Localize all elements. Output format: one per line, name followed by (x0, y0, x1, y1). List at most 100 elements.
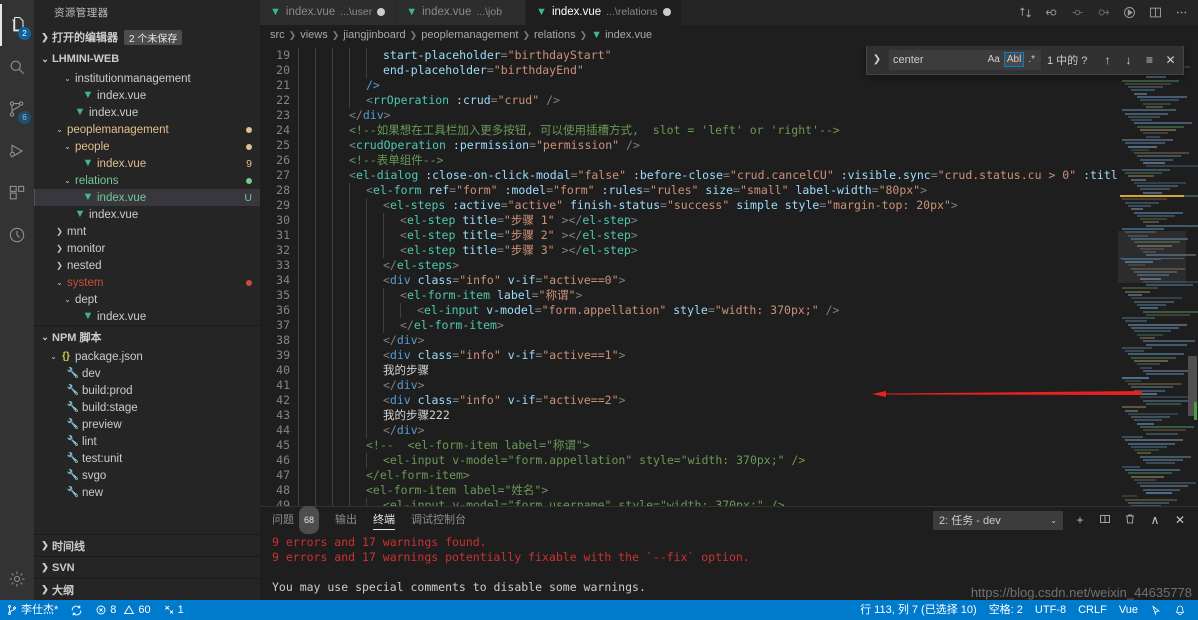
previous-match-icon[interactable]: ↑ (1099, 53, 1116, 67)
tree-folder[interactable]: ⌄ system (34, 274, 260, 291)
breadcrumb[interactable]: src ❯ views ❯ jiangjinboard ❯ peoplemanagement… (260, 24, 1198, 46)
maximize-panel-icon[interactable]: ∧ (1147, 513, 1163, 527)
code-line[interactable]: <el-form-item label="姓名"> (298, 482, 1118, 498)
breadcrumb-item[interactable]: views (300, 29, 328, 41)
toggle-replace-icon[interactable]: ❯ (869, 54, 885, 65)
code-line[interactable]: </div> (298, 332, 1118, 348)
editor-tabs[interactable]: ▼ index.vue ...\user ▼ index.vue ...\job ▼ inde… (260, 0, 682, 25)
editor-tab[interactable]: ▼ index.vue ...\user (260, 0, 397, 25)
tree-folder[interactable]: ⌄ peoplemanagement (34, 121, 260, 138)
panel-tab[interactable]: 终端 (373, 507, 396, 533)
go-back-icon[interactable] (1044, 5, 1059, 20)
npm-package-json[interactable]: ⌄ {} package.json (34, 348, 260, 365)
status-indentation[interactable]: 空格: 2 (983, 600, 1029, 620)
code-line[interactable]: <el-dialog :close-on-click-modal="false"… (298, 167, 1118, 183)
close-panel-icon[interactable]: ✕ (1172, 513, 1188, 527)
npm-script-item[interactable]: 🔧 lint (34, 433, 260, 450)
new-terminal-icon[interactable]: + (1072, 513, 1088, 527)
breadcrumb-item[interactable]: jiangjinboard (343, 29, 405, 41)
tree-file[interactable]: ▼ index.vue (34, 308, 260, 325)
code-line[interactable]: 我的步骤 (298, 362, 1118, 378)
code-line[interactable]: /> (298, 77, 1118, 93)
status-eol[interactable]: CRLF (1072, 600, 1113, 620)
activity-source-control[interactable]: 6 (0, 88, 34, 130)
activity-settings[interactable] (0, 558, 34, 600)
tree-file[interactable]: ▼ index.vue (34, 87, 260, 104)
status-language[interactable]: Vue (1113, 600, 1144, 620)
editor-scrollbar[interactable] (1186, 46, 1198, 506)
npm-script-item[interactable]: 🔧 new (34, 484, 260, 501)
compare-icon[interactable] (1018, 5, 1033, 20)
code-line[interactable]: <!-- <el-form-item label="称谓"> (298, 437, 1118, 453)
code-line[interactable]: <crudOperation :permission="permission" … (298, 137, 1118, 153)
sidebar-section-SVN[interactable]: ❯ SVN (34, 556, 260, 578)
sidebar-section-大纲[interactable]: ❯ 大纲 (34, 578, 260, 600)
close-find-icon[interactable]: ✕ (1162, 53, 1179, 67)
go-forward-icon[interactable] (1096, 5, 1111, 20)
tab-dirty-indicator[interactable] (377, 8, 386, 17)
split-terminal-icon[interactable] (1097, 513, 1113, 528)
tree-file[interactable]: ▼ index.vue U (34, 189, 260, 206)
code-line[interactable]: <div class="info" v-if="active==2"> (298, 392, 1118, 408)
activity-search[interactable] (0, 46, 34, 88)
code-line[interactable]: <el-step title="步骤 1" ></el-step> (298, 212, 1118, 228)
code-line[interactable]: </el-form-item> (298, 467, 1118, 483)
terminal-output[interactable]: 9 errors and 17 warnings found. 9 errors … (260, 533, 1198, 600)
find-input[interactable]: center Aa Abl .* (889, 49, 1041, 70)
breadcrumb-item[interactable]: ▼ index.vue (591, 29, 652, 41)
activity-run-debug[interactable] (0, 130, 34, 172)
regex-option[interactable]: .* (1026, 53, 1037, 66)
panel-tab[interactable]: 调试控制台 (411, 507, 466, 533)
code-line[interactable]: </el-steps> (298, 257, 1118, 273)
activity-timeline[interactable] (0, 214, 34, 256)
split-editor-icon[interactable] (1148, 5, 1163, 20)
code-line[interactable]: </el-form-item> (298, 317, 1118, 333)
tree-folder[interactable]: ⌄ dept (34, 291, 260, 308)
breadcrumb-item[interactable]: peoplemanagement (421, 29, 518, 41)
status-encoding[interactable]: UTF-8 (1029, 600, 1072, 620)
code-content[interactable]: start-placeholder="birthdayStart" end-pla… (298, 46, 1118, 506)
panel-tab[interactable]: 问题 68 (272, 506, 320, 534)
code-line[interactable]: <el-input v-model="form.appellation" sty… (298, 452, 1118, 468)
tree-folder[interactable]: ⌄ relations (34, 172, 260, 189)
npm-script-item[interactable]: 🔧 test:unit (34, 450, 260, 467)
tree-file[interactable]: ▼ index.vue (34, 206, 260, 223)
code-line[interactable]: <!--表单组件--> (298, 152, 1118, 168)
npm-script-item[interactable]: 🔧 preview (34, 416, 260, 433)
code-line[interactable]: <!--如果想在工具栏加入更多按钮, 可以使用插槽方式, slot = 'lef… (298, 122, 1118, 138)
code-line[interactable]: <el-form-item label="称谓"> (298, 287, 1118, 303)
code-line[interactable]: <div class="info" v-if="active==0"> (298, 272, 1118, 288)
code-line[interactable]: <el-steps :active="active" finish-status… (298, 197, 1118, 213)
file-tree[interactable]: ⌄ institutionmanagement ▼ index.vue ▼ index.v… (34, 70, 260, 325)
activity-explorer[interactable]: 2 (0, 4, 34, 46)
minimap-slider[interactable] (1118, 230, 1186, 283)
sidebar-section-时间线[interactable]: ❯ 时间线 (34, 534, 260, 556)
run-play-icon[interactable] (1122, 5, 1137, 20)
tree-folder[interactable]: ❯ nested (34, 257, 260, 274)
npm-script-item[interactable]: 🔧 svgo (34, 467, 260, 484)
editor-tab[interactable]: ▼ index.vue ...\relations (526, 0, 682, 25)
minimap[interactable] (1118, 45, 1198, 506)
next-match-icon[interactable]: ↓ (1120, 53, 1137, 67)
code-line[interactable]: <rrOperation :crud="crud" /> (298, 92, 1118, 108)
npm-script-item[interactable]: 🔧 dev (34, 365, 260, 382)
section-open-editors[interactable]: ❯ 打开的编辑器 2 个未保存 (34, 26, 260, 48)
section-npm[interactable]: ⌄ NPM 脚本 (34, 326, 260, 348)
code-line[interactable]: </div> (298, 422, 1118, 438)
npm-script-item[interactable]: 🔧 build:prod (34, 382, 260, 399)
tree-folder[interactable]: ❯ mnt (34, 223, 260, 240)
terminal-selector[interactable]: 2: 任务 - dev ⌄ (933, 510, 1063, 530)
status-problems[interactable]: 8 60 (89, 600, 156, 620)
status-branch[interactable]: 李仕杰* (0, 600, 64, 620)
tree-folder[interactable]: ⌄ institutionmanagement (34, 70, 260, 87)
tree-file[interactable]: ▼ index.vue (34, 104, 260, 121)
more-actions-icon[interactable] (1174, 5, 1189, 20)
match-case-option[interactable]: Aa (986, 53, 1002, 66)
code-line[interactable]: <div class="info" v-if="active==1"> (298, 347, 1118, 363)
kill-terminal-icon[interactable] (1122, 513, 1138, 528)
tree-folder[interactable]: ❯ monitor (34, 240, 260, 257)
smiley-icon[interactable] (1144, 600, 1168, 620)
code-line[interactable]: </div> (298, 107, 1118, 123)
editor-tab[interactable]: ▼ index.vue ...\job (396, 0, 527, 25)
npm-tree[interactable]: ⌄{} package.json 🔧 dev 🔧 build:prod 🔧 build:sta… (34, 348, 260, 501)
